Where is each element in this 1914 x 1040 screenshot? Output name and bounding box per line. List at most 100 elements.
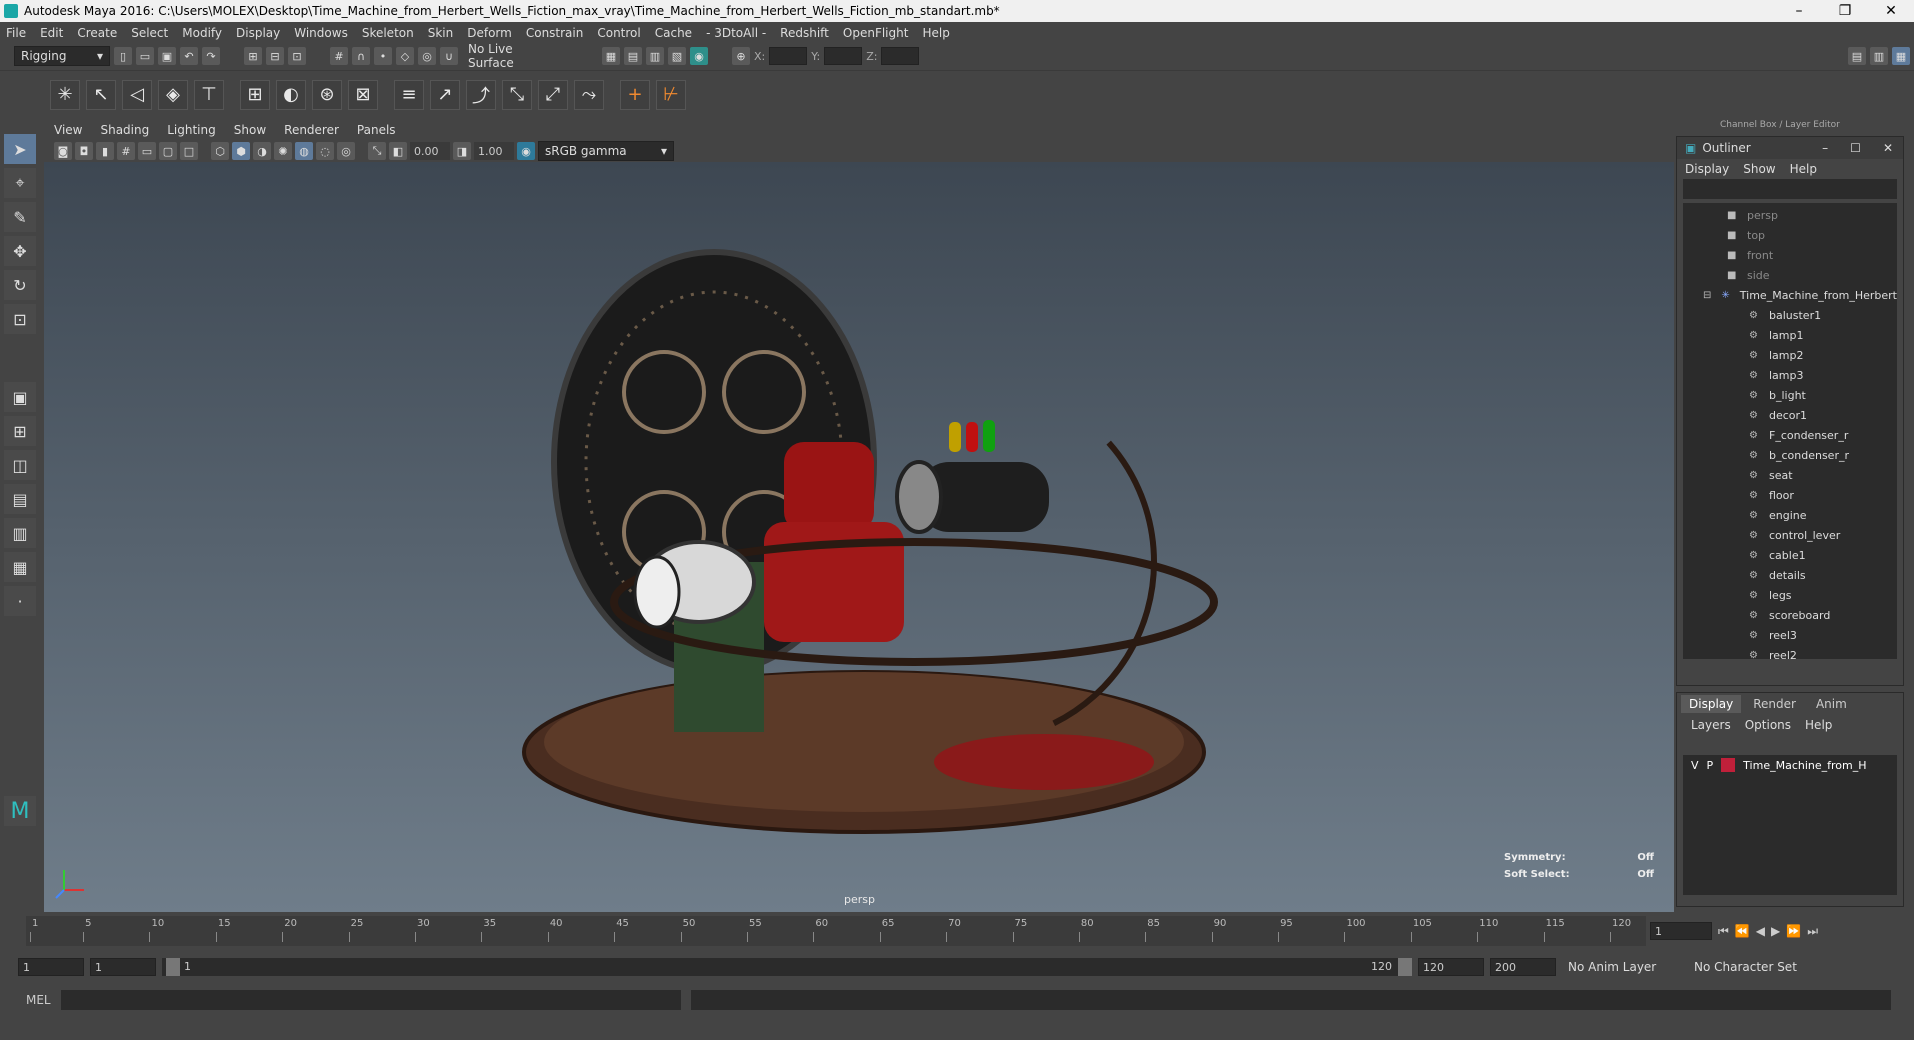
- graph-layout-icon[interactable]: ▥: [4, 518, 36, 548]
- snap-grid-icon[interactable]: #: [330, 47, 348, 65]
- outliner-item-persp[interactable]: ■ persp: [1683, 205, 1897, 225]
- panel-menu-lighting[interactable]: Lighting: [167, 123, 216, 137]
- ik-spline-icon[interactable]: ◁: [122, 79, 152, 110]
- gamma-icon[interactable]: ◨: [453, 142, 471, 160]
- outliner-item-top[interactable]: ■ top: [1683, 225, 1897, 245]
- hypershade-layout-icon[interactable]: ▦: [4, 552, 36, 582]
- select-object-icon[interactable]: ⊟: [266, 47, 284, 65]
- snap-point-icon[interactable]: •: [374, 47, 392, 65]
- outliner-item-b-light[interactable]: ⚙ b_light: [1683, 385, 1897, 405]
- panel-menu-view[interactable]: View: [54, 123, 82, 137]
- layer-row[interactable]: V P Time_Machine_from_H: [1683, 755, 1897, 775]
- outliner-menu-show[interactable]: Show: [1743, 162, 1775, 176]
- bind-skin-icon[interactable]: ◈: [158, 79, 188, 110]
- modeling-toolkit-icon[interactable]: ▤: [1848, 47, 1866, 65]
- current-frame-field[interactable]: 1: [1650, 922, 1712, 940]
- outliner-item-lamp2[interactable]: ⚙ lamp2: [1683, 345, 1897, 365]
- gamma-field[interactable]: 1.00: [474, 142, 514, 160]
- joint-tool-icon[interactable]: ✳: [50, 79, 80, 110]
- lasso-tool-icon[interactable]: ⌖: [4, 168, 36, 198]
- exposure-field[interactable]: 0.00: [410, 142, 450, 160]
- color-space-dropdown[interactable]: sRGB gamma ▾: [538, 141, 674, 161]
- menu-display[interactable]: Display: [236, 26, 280, 40]
- outliner-item-reel3[interactable]: ⚙ reel3: [1683, 625, 1897, 645]
- menu-openflight[interactable]: OpenFlight: [843, 26, 909, 40]
- aim-constraint-icon[interactable]: ↗: [430, 79, 460, 110]
- exposure-icon[interactable]: ◧: [389, 142, 407, 160]
- range-start-handle[interactable]: [166, 958, 180, 976]
- tab-display[interactable]: Display: [1681, 695, 1742, 713]
- scale-tool-icon[interactable]: ⊡: [4, 304, 36, 334]
- redo-icon[interactable]: ↷: [202, 47, 220, 65]
- select-hierarchy-icon[interactable]: ⊞: [244, 47, 262, 65]
- layer-color-swatch[interactable]: [1721, 758, 1736, 772]
- range-end-handle[interactable]: [1398, 958, 1412, 976]
- outliner-item-seat[interactable]: ⚙ seat: [1683, 465, 1897, 485]
- safe-action-icon[interactable]: □: [180, 142, 198, 160]
- viewport-persp[interactable]: persp Symmetry: Off Soft Select: Off: [44, 162, 1674, 912]
- snap-curve-icon[interactable]: ∩: [352, 47, 370, 65]
- panel-menu-show[interactable]: Show: [234, 123, 266, 137]
- outliner-item-details[interactable]: ⚙ details: [1683, 565, 1897, 585]
- film-gate-icon[interactable]: ▭: [138, 142, 156, 160]
- magnet-icon[interactable]: ∪: [440, 47, 458, 65]
- grid-toggle-icon[interactable]: #: [117, 142, 135, 160]
- outliner-minimize-icon[interactable]: –: [1822, 141, 1828, 155]
- outliner-close-icon[interactable]: ✕: [1883, 141, 1893, 155]
- menu-edit[interactable]: Edit: [40, 26, 63, 40]
- orient-constraint-icon[interactable]: ⤴: [466, 79, 496, 110]
- blend-shape-icon[interactable]: ⊠: [348, 79, 378, 110]
- outliner-item-baluster1[interactable]: ⚙ baluster1: [1683, 305, 1897, 325]
- outliner-item-cable1[interactable]: ⚙ cable1: [1683, 545, 1897, 565]
- close-button[interactable]: ✕: [1868, 3, 1914, 19]
- outliner-layout-icon[interactable]: ▤: [4, 484, 36, 514]
- menu-set-dropdown[interactable]: Rigging ▾: [14, 46, 110, 66]
- ambient-occlusion-icon[interactable]: ◌: [316, 142, 334, 160]
- two-view-icon[interactable]: ◫: [4, 450, 36, 480]
- image-plane-icon[interactable]: ▮: [96, 142, 114, 160]
- layer-visibility-toggle[interactable]: V: [1691, 759, 1699, 772]
- menu-3dtoall[interactable]: - 3DtoAll -: [706, 26, 766, 40]
- step-forward-frame-icon[interactable]: ⏩: [1786, 924, 1801, 938]
- outliner-item-floor[interactable]: ⚙ floor: [1683, 485, 1897, 505]
- menu-deform[interactable]: Deform: [467, 26, 512, 40]
- outliner-item-b-condenser-r[interactable]: ⚙ b_condenser_r: [1683, 445, 1897, 465]
- start-time-field[interactable]: 1: [18, 958, 84, 976]
- menu-select[interactable]: Select: [131, 26, 168, 40]
- undo-icon[interactable]: ↶: [180, 47, 198, 65]
- x-field[interactable]: [769, 47, 808, 65]
- render-settings-icon[interactable]: ▦: [602, 47, 620, 65]
- cluster-handle-icon[interactable]: ⊬: [656, 79, 686, 110]
- parent-constraint-icon[interactable]: ⤢: [538, 79, 568, 110]
- outliner-item-side[interactable]: ■ side: [1683, 265, 1897, 285]
- tab-render[interactable]: Render: [1745, 695, 1804, 713]
- outliner-item-control-lever[interactable]: ⚙ control_lever: [1683, 525, 1897, 545]
- render-view-icon[interactable]: ▧: [668, 47, 686, 65]
- anim-start-field[interactable]: 1: [90, 958, 156, 976]
- menu-windows[interactable]: Windows: [294, 26, 348, 40]
- transform-mode-icon[interactable]: ⊕: [732, 47, 750, 65]
- locator-icon[interactable]: +: [620, 79, 650, 110]
- paint-weights-icon[interactable]: ⊤: [194, 79, 224, 110]
- layer-menu-layers[interactable]: Layers: [1691, 718, 1731, 732]
- lights-icon[interactable]: ✺: [274, 142, 292, 160]
- layer-menu-help[interactable]: Help: [1805, 718, 1832, 732]
- camera-attributes-icon[interactable]: ◙: [54, 142, 72, 160]
- single-view-icon[interactable]: ▣: [4, 382, 36, 412]
- shadows-icon[interactable]: ◍: [295, 142, 313, 160]
- select-tool-icon[interactable]: ➤: [4, 134, 36, 164]
- go-to-start-icon[interactable]: ⏮: [1718, 924, 1729, 939]
- outliner-item-legs[interactable]: ⚙ legs: [1683, 585, 1897, 605]
- play-forward-icon[interactable]: ▶: [1771, 924, 1780, 938]
- outliner-item-root[interactable]: ⊟ ✳ Time_Machine_from_Herbert: [1683, 285, 1897, 305]
- panel-menu-shading[interactable]: Shading: [100, 123, 149, 137]
- paint-select-icon[interactable]: ✎: [4, 202, 36, 232]
- command-language-label[interactable]: MEL: [26, 993, 51, 1007]
- color-management-icon[interactable]: ◉: [517, 142, 535, 160]
- layer-playback-toggle[interactable]: P: [1707, 759, 1714, 772]
- point-constraint-icon[interactable]: ≡: [394, 79, 424, 110]
- wireframe-icon[interactable]: ⬡: [211, 142, 229, 160]
- save-scene-icon[interactable]: ▣: [158, 47, 176, 65]
- open-scene-icon[interactable]: ▭: [136, 47, 154, 65]
- outliner-item-decor1[interactable]: ⚙ decor1: [1683, 405, 1897, 425]
